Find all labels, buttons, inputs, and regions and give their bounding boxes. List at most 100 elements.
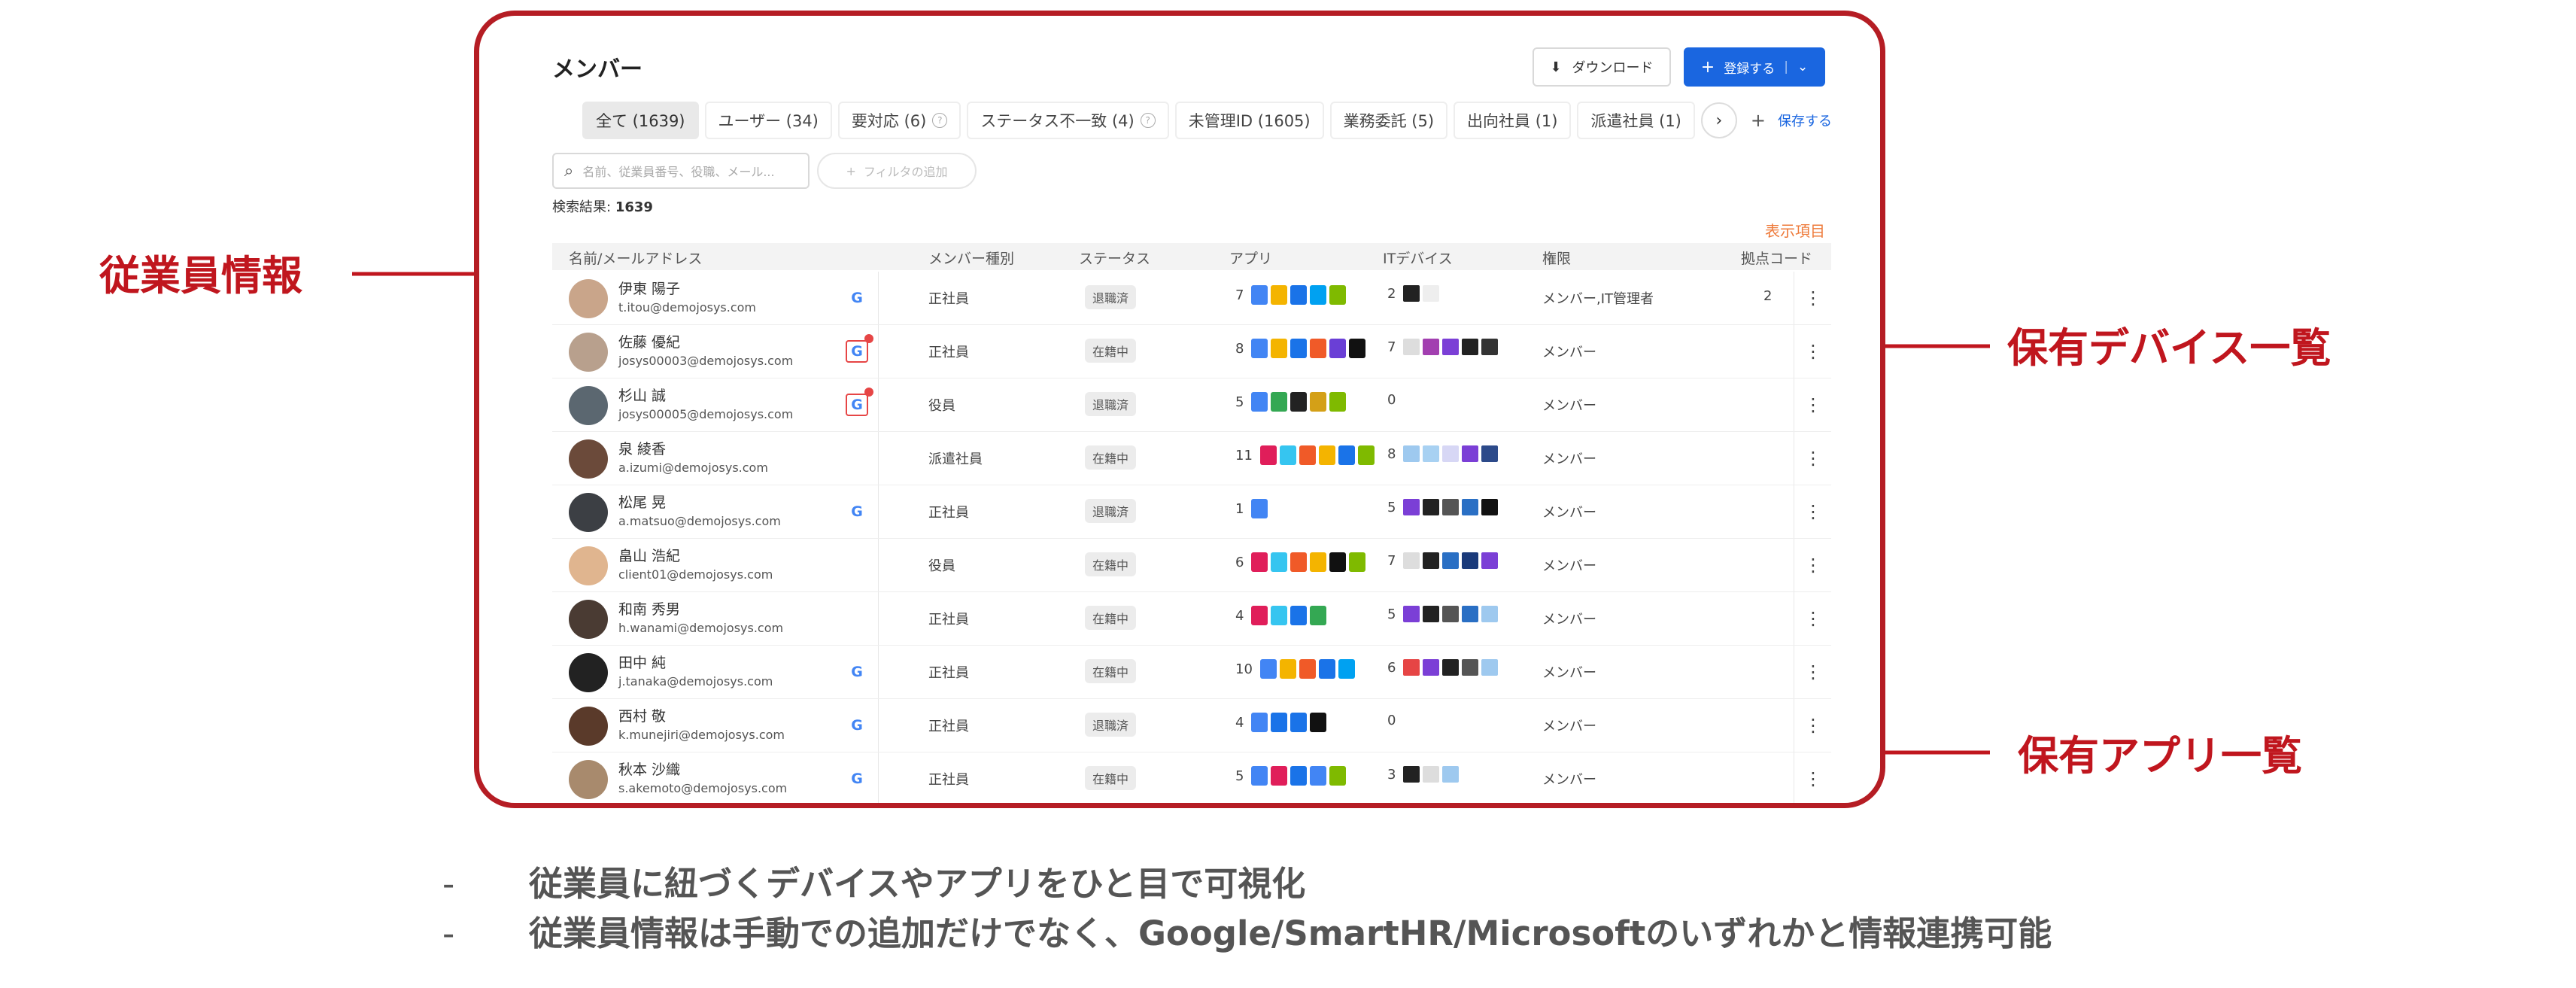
search-input[interactable]: ⌕ 名前、従業員番号、役職、メール... — [552, 153, 810, 189]
device-icon — [1442, 606, 1460, 622]
app-list[interactable]: 1 — [1235, 499, 1268, 518]
device-count: 5 — [1387, 606, 1396, 622]
tab-item[interactable]: 要対応 (6)? — [837, 102, 961, 139]
table-row[interactable]: 畠山 浩紀 client01@demojosys.com 役員 在籍中 6 7 メンバー ⋮ — [552, 539, 1831, 592]
tab-item[interactable]: ステータス不一致 (4)? — [967, 102, 1169, 139]
member-name[interactable]: 松尾 晃 — [618, 491, 666, 512]
device-list[interactable]: 2 — [1387, 285, 1440, 302]
member-name[interactable]: 佐藤 優紀 — [618, 331, 680, 351]
more-menu-icon[interactable]: ⋮ — [1794, 272, 1832, 324]
table-row[interactable]: 松尾 晃 a.matsuo@demojosys.com G 正社員 退職済 1 5 メンバー ⋮ — [552, 485, 1831, 539]
col-devices[interactable]: ITデバイス — [1383, 248, 1453, 268]
tab-item[interactable]: ユーザー (34) — [704, 102, 832, 139]
device-list[interactable]: 6 — [1387, 659, 1499, 676]
app-icon — [1290, 392, 1308, 412]
tab-label: ステータス不一致 (4) — [980, 112, 1135, 130]
app-list[interactable]: 7 — [1235, 285, 1347, 305]
tab-item[interactable]: 未管理ID (1605) — [1174, 102, 1324, 139]
device-list[interactable]: 5 — [1387, 499, 1499, 515]
member-email: j.tanaka@demojosys.com — [618, 674, 773, 689]
download-button[interactable]: ⬇ ダウンロード — [1533, 47, 1671, 87]
member-name[interactable]: 杉山 誠 — [618, 385, 666, 405]
app-icon — [1290, 552, 1308, 572]
app-list[interactable]: 6 — [1235, 552, 1366, 572]
tab-item[interactable]: 出向社員 (1) — [1454, 102, 1572, 139]
col-status[interactable]: ステータス — [1079, 248, 1150, 268]
search-result: 検索結果: 1639 — [552, 196, 653, 216]
filter-tabs: 全て (1639) ユーザー (34) 要対応 (6)? ステータス不一致 (4)? 未… — [582, 102, 1832, 139]
device-list[interactable]: 0 — [1387, 392, 1400, 408]
table-row[interactable]: 伊東 陽子 t.itou@demojosys.com G 正社員 退職済 7 2 メンバー,I… — [552, 272, 1831, 325]
column-settings-link[interactable]: 表示項目 — [1765, 219, 1825, 241]
device-count: 7 — [1387, 552, 1396, 569]
member-name[interactable]: 秋本 沙織 — [618, 758, 680, 779]
app-icon — [1329, 766, 1347, 786]
device-icon — [1423, 285, 1440, 302]
more-menu-icon[interactable]: ⋮ — [1794, 699, 1832, 752]
member-email: s.akemoto@demojosys.com — [618, 781, 788, 795]
table-row[interactable]: 田中 純 j.tanaka@demojosys.com G 正社員 在籍中 10 6 メンバー… — [552, 646, 1831, 699]
tab-label: 業務委託 (5) — [1343, 112, 1435, 130]
app-icon — [1290, 606, 1308, 625]
more-menu-icon[interactable]: ⋮ — [1794, 646, 1832, 698]
table-row[interactable]: 杉山 誠 josys00005@demojosys.com G 役員 退職済 5 0 メンバー… — [552, 378, 1831, 432]
more-menu-icon[interactable]: ⋮ — [1794, 539, 1832, 591]
member-role: メンバー — [1542, 558, 1596, 574]
device-icon — [1403, 766, 1420, 783]
member-name[interactable]: 和南 秀男 — [618, 598, 680, 619]
col-name[interactable]: 名前/メールアドレス — [569, 248, 702, 268]
tab-item[interactable]: 全て (1639) — [582, 102, 699, 139]
app-list[interactable]: 11 — [1235, 445, 1375, 465]
device-list[interactable]: 8 — [1387, 445, 1499, 462]
device-list[interactable]: 7 — [1387, 552, 1499, 569]
col-type[interactable]: メンバー種別 — [928, 248, 1014, 268]
col-code[interactable]: 拠点コード — [1741, 248, 1812, 268]
google-icon: G — [851, 290, 863, 306]
app-list[interactable]: 10 — [1235, 659, 1355, 679]
member-name[interactable]: 西村 敬 — [618, 705, 666, 725]
device-list[interactable]: 5 — [1387, 606, 1499, 622]
table-row[interactable]: 秋本 沙織 s.akemoto@demojosys.com G 正社員 在籍中 5 3 メンバ… — [552, 752, 1832, 803]
col-role[interactable]: 権限 — [1542, 248, 1571, 268]
table-row[interactable]: 和南 秀男 h.wanami@demojosys.com 正社員 在籍中 4 5 メンバー ⋮ — [552, 592, 1831, 646]
app-list[interactable]: 4 — [1235, 606, 1327, 625]
member-name[interactable]: 田中 純 — [618, 652, 666, 672]
tab-item[interactable]: 業務委託 (5) — [1329, 102, 1448, 139]
device-icon — [1423, 339, 1440, 355]
device-list[interactable]: 7 — [1387, 339, 1499, 355]
app-list[interactable]: 4 — [1235, 713, 1327, 732]
help-icon[interactable]: ? — [1140, 113, 1156, 128]
member-name[interactable]: 伊東 陽子 — [618, 278, 680, 298]
more-menu-icon[interactable]: ⋮ — [1794, 378, 1832, 431]
add-tab-button[interactable]: + — [1751, 110, 1766, 131]
avatar — [569, 493, 608, 532]
chevron-down-icon[interactable]: ⌄ — [1797, 59, 1808, 74]
add-filter-button[interactable]: + フィルタの追加 — [817, 153, 977, 189]
table-row[interactable]: 西村 敬 k.munejiri@demojosys.com G 正社員 退職済 4 0 メンバ… — [552, 699, 1831, 752]
more-menu-icon[interactable]: ⋮ — [1794, 592, 1832, 645]
table-row[interactable]: 泉 綾香 a.izumi@demojosys.com 派遣社員 在籍中 11 8 メンバー ⋮ — [552, 432, 1831, 485]
help-icon[interactable]: ? — [932, 113, 948, 128]
col-apps[interactable]: アプリ — [1229, 248, 1272, 268]
more-menu-icon[interactable]: ⋮ — [1794, 432, 1832, 485]
app-icon — [1349, 552, 1366, 572]
more-menu-icon[interactable]: ⋮ — [1794, 752, 1832, 803]
device-list[interactable]: 0 — [1387, 713, 1400, 728]
app-list[interactable]: 8 — [1235, 339, 1366, 358]
device-list[interactable]: 3 — [1387, 766, 1460, 783]
more-menu-icon[interactable]: ⋮ — [1794, 485, 1832, 538]
chevron-right-icon[interactable]: › — [1700, 102, 1737, 138]
member-name[interactable]: 泉 綾香 — [618, 438, 666, 458]
member-name[interactable]: 畠山 浩紀 — [618, 545, 680, 565]
tab-item[interactable]: 派遣社員 (1) — [1577, 102, 1695, 139]
device-icon — [1403, 445, 1420, 462]
device-count: 5 — [1387, 499, 1396, 515]
save-view-link[interactable]: 保存する — [1778, 111, 1832, 130]
tab-label: 未管理ID (1605) — [1188, 112, 1311, 130]
register-button[interactable]: + 登録する | ⌄ — [1684, 47, 1825, 87]
app-list[interactable]: 5 — [1235, 766, 1347, 786]
device-icon — [1423, 445, 1440, 462]
more-menu-icon[interactable]: ⋮ — [1794, 325, 1832, 378]
table-row[interactable]: 佐藤 優紀 josys00003@demojosys.com G 正社員 在籍中 8 7 メン… — [552, 325, 1831, 378]
app-list[interactable]: 5 — [1235, 392, 1347, 412]
